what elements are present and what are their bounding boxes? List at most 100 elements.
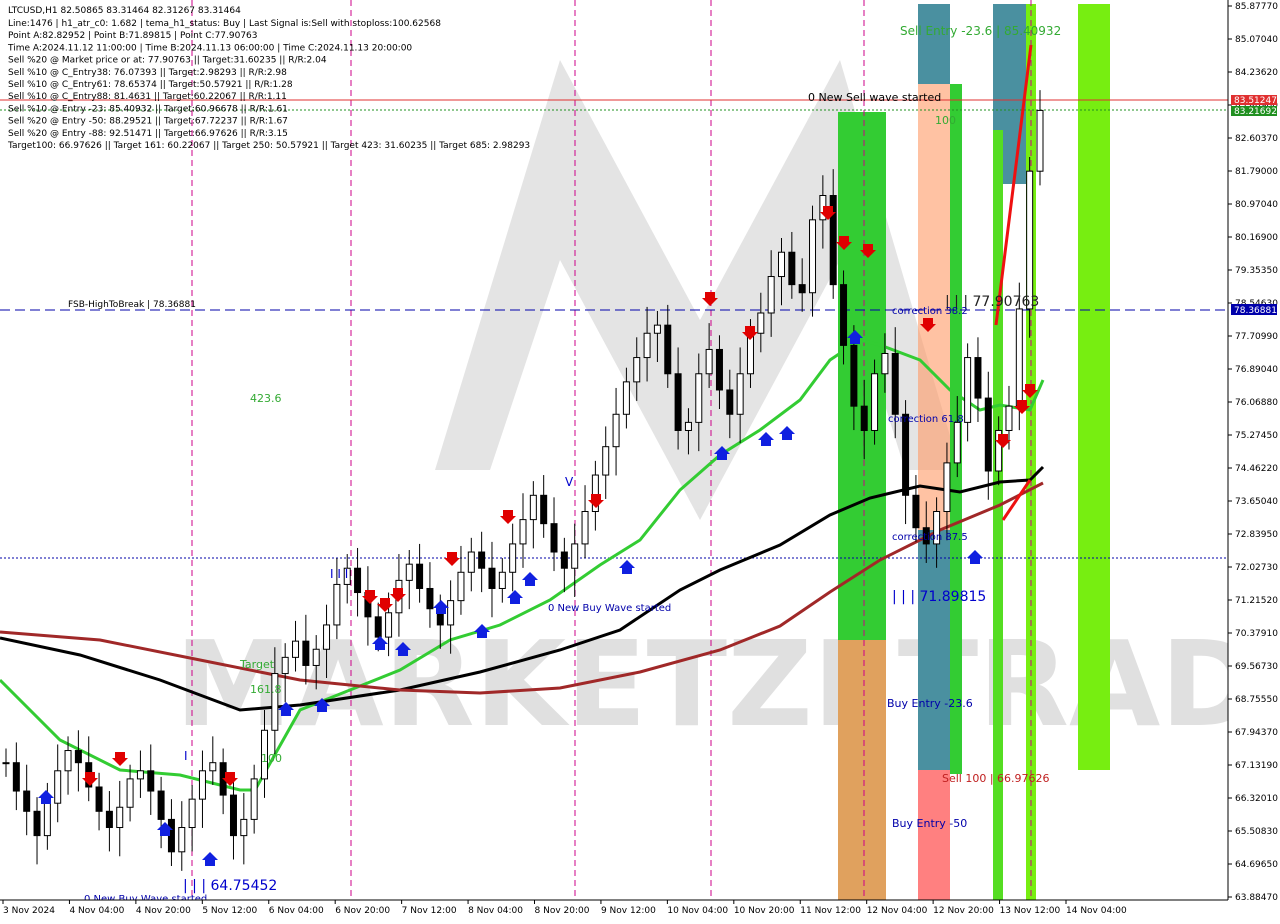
- info-line: Time A:2024.11.12 11:00:00 | Time B:2024…: [7, 43, 412, 53]
- candle-body: [116, 806, 124, 829]
- price-tick-label: 63.88470: [1235, 893, 1278, 903]
- price-tick-label: 64.69650: [1235, 860, 1278, 870]
- candle-body: [240, 818, 248, 837]
- time-tick-label: 6 Nov 20:00: [335, 906, 390, 916]
- candle-body: [633, 357, 641, 383]
- candle-body: [736, 373, 744, 415]
- candle-body: [95, 786, 103, 812]
- sell-100-label: Sell 100 | 66.97626: [942, 772, 1050, 785]
- price-tick-label: 72.02730: [1235, 563, 1278, 573]
- sell-entry-label: Sell Entry -23.6 | 85.40932: [900, 24, 1061, 38]
- candle-body: [188, 798, 196, 829]
- candle-body: [664, 324, 672, 375]
- candle-body: [23, 790, 31, 812]
- info-line: Line:1476 | h1_atr_c0: 1.682 | tema_h1_s…: [8, 19, 441, 29]
- time-tick-label: 10 Nov 04:00: [667, 906, 728, 916]
- candle-body: [695, 373, 703, 423]
- price-tick-label: 85.87770: [1235, 2, 1278, 12]
- time-tick-label: 10 Nov 20:00: [734, 906, 795, 916]
- candle-body: [788, 251, 796, 286]
- candle-body: [105, 810, 113, 829]
- price-tag-green-text: 83.21692: [1234, 107, 1277, 117]
- candle-body: [229, 794, 237, 837]
- label-161: 161.8: [250, 683, 282, 696]
- correction-38-label: correction 38.2: [892, 306, 968, 317]
- price-tick-label: 85.07040: [1235, 35, 1278, 45]
- candle-body: [198, 770, 206, 800]
- price-tick-label: 69.56730: [1235, 662, 1278, 672]
- price-tick-label: 84.23620: [1235, 68, 1278, 78]
- candle-body: [467, 551, 475, 573]
- info-line: Sell %10 @ C_Entry61: 78.65374 || Target…: [8, 80, 293, 90]
- candle-body: [147, 770, 155, 792]
- price-tick-label: 73.65040: [1235, 497, 1278, 507]
- time-tick-label: 12 Nov 04:00: [867, 906, 928, 916]
- candle-body: [602, 446, 610, 476]
- label-100-low: 100: [261, 752, 282, 765]
- info-line: Sell %20 @ Entry -50: 88.29521 || Target…: [8, 117, 288, 127]
- correction-87-label: correction 87.5: [892, 532, 968, 543]
- label-100-top: 100: [935, 114, 956, 127]
- candle-body: [312, 648, 320, 666]
- point-low-label: | | | 64.75452: [183, 878, 277, 894]
- time-tick-label: 11 Nov 12:00: [800, 906, 861, 916]
- candle-body: [1005, 405, 1013, 431]
- time-tick-label: 14 Nov 04:00: [1066, 906, 1127, 916]
- candle-body: [550, 523, 558, 553]
- price-tick-label: 71.21520: [1235, 596, 1278, 606]
- price-tick-label: 80.97040: [1235, 200, 1278, 210]
- candle-body: [405, 563, 413, 581]
- candle-body: [457, 571, 465, 602]
- candle-body: [209, 762, 217, 772]
- candle-body: [540, 494, 548, 525]
- candle-body: [943, 462, 951, 513]
- info-line: Point A:82.82952 | Point B:71.89815 | Po…: [8, 31, 258, 41]
- candle-body: [178, 827, 186, 853]
- candle-body: [1036, 109, 1044, 172]
- candle-body: [519, 519, 527, 545]
- buy-entry-23-label: Buy Entry -23.6: [887, 697, 973, 710]
- price-chart[interactable]: MARKETZI TRADE LTCUSD,H1 82.50865 83.314…: [0, 0, 1280, 920]
- candle-body: [622, 381, 630, 415]
- time-tick-label: 4 Nov 04:00: [69, 906, 124, 916]
- time-tick-label: 8 Nov 20:00: [535, 906, 590, 916]
- bear-zone-band: [838, 640, 886, 902]
- price-tick-label: 81.79000: [1235, 167, 1278, 177]
- candle-body: [126, 778, 134, 808]
- candle-body: [881, 353, 889, 375]
- candle-body: [757, 312, 765, 334]
- candle-body: [560, 551, 568, 569]
- time-tick-label: 5 Nov 12:00: [202, 906, 257, 916]
- candle-body: [778, 251, 785, 278]
- candle-body: [964, 357, 972, 423]
- candle-body: [581, 511, 589, 545]
- candle-body: [43, 802, 51, 837]
- candle-body: [478, 551, 486, 569]
- teal-zone-band: [918, 4, 950, 84]
- candle-body: [684, 421, 692, 431]
- chart-canvas[interactable]: MARKETZI TRADE LTCUSD,H1 82.50865 83.314…: [0, 0, 1280, 920]
- point-b-label: | | | 71.89815: [892, 589, 986, 605]
- wave-i-label: I: [184, 749, 188, 763]
- candle-body: [612, 413, 620, 448]
- candle-body: [571, 543, 579, 569]
- candle-body: [333, 583, 341, 626]
- price-tick-label: 80.16900: [1235, 233, 1278, 243]
- candle-body: [54, 770, 62, 804]
- price-tick-label: 72.83950: [1235, 530, 1278, 540]
- candle-body: [643, 332, 651, 359]
- candle-body: [840, 284, 848, 346]
- candle-body: [726, 389, 734, 415]
- candle-body: [302, 640, 310, 666]
- target-label: Target: [239, 658, 275, 671]
- candle-body: [902, 413, 910, 496]
- candle-body: [426, 587, 434, 610]
- info-line: Sell %10 @ C_Entry38: 76.07393 || Target…: [8, 68, 287, 78]
- candle-body: [653, 324, 661, 334]
- time-tick-label: 7 Nov 12:00: [402, 906, 457, 916]
- candle-body: [354, 567, 362, 594]
- new-sell-wave-label: 0 New Sell wave started: [808, 91, 941, 104]
- candle-body: [798, 284, 806, 294]
- price-tick-label: 82.60370: [1235, 134, 1278, 144]
- candle-body: [984, 397, 992, 472]
